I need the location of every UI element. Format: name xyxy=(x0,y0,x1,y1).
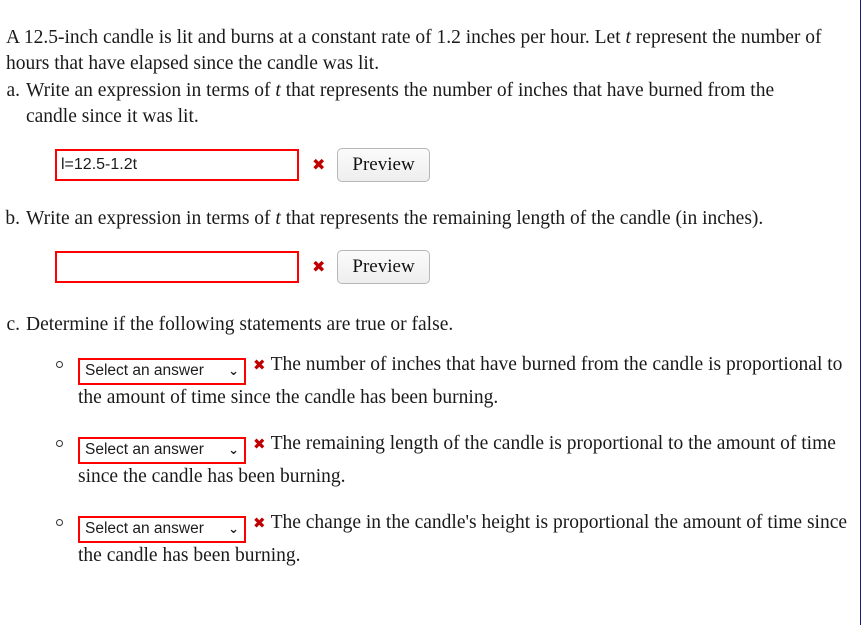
part-b-preview-button[interactable]: Preview xyxy=(337,250,430,284)
list-item: Select an answer ⌄ ✖ The number of inches… xyxy=(26,352,860,411)
problem-statement-part1: A 12.5-inch candle is lit and burns at a… xyxy=(6,26,626,48)
part-b-prompt-part1: Write an expression in terms of xyxy=(26,208,276,229)
part-a-prompt-part1: Write an expression in terms of xyxy=(26,80,276,101)
problem-statement: A 12.5-inch candle is lit and burns at a… xyxy=(6,25,846,77)
part-a-answer-row: ✖ Preview xyxy=(55,148,860,182)
question-page: A 12.5-inch candle is lit and burns at a… xyxy=(0,0,867,625)
part-a-prompt: Write an expression in terms of t that r… xyxy=(26,78,822,130)
circle-bullet-icon xyxy=(56,440,63,447)
list-item: Select an answer ⌄ ✖ The remaining length… xyxy=(26,431,860,490)
part-b-prompt: Write an expression in terms of t that r… xyxy=(26,206,816,232)
statement-1-select-value: Select an answer xyxy=(85,362,204,379)
statement-3-answer-select[interactable]: Select an answer ⌄ xyxy=(78,516,246,543)
part-a: a. Write an expression in terms of t tha… xyxy=(0,78,860,182)
page-edge-rule xyxy=(860,0,861,625)
statement-3-select-value: Select an answer xyxy=(85,520,204,537)
part-a-body: Write an expression in terms of t that r… xyxy=(26,78,860,182)
statement-1-answer-select[interactable]: Select an answer ⌄ xyxy=(78,358,246,385)
part-b-answer-input[interactable] xyxy=(55,251,299,283)
part-c: c. Determine if the following statements… xyxy=(0,312,860,569)
part-c-label: c. xyxy=(6,314,20,335)
part-a-preview-button[interactable]: Preview xyxy=(337,148,430,182)
error-x-icon: ✖ xyxy=(253,435,266,453)
error-x-icon: ✖ xyxy=(312,257,326,276)
chevron-down-icon: ⌄ xyxy=(228,442,239,458)
circle-bullet-icon xyxy=(56,361,63,368)
statement-2-select-value: Select an answer xyxy=(85,441,204,458)
part-b: b. Write an expression in terms of t tha… xyxy=(0,206,860,284)
error-x-icon: ✖ xyxy=(312,155,326,174)
part-c-body: Determine if the following statements ar… xyxy=(26,312,860,569)
part-b-label: b. xyxy=(5,208,20,229)
statement-list: Select an answer ⌄ ✖ The number of inches… xyxy=(26,352,860,569)
circle-bullet-icon xyxy=(56,519,63,526)
error-x-icon: ✖ xyxy=(253,514,266,532)
parts-list: a. Write an expression in terms of t tha… xyxy=(0,78,860,569)
statement-2-answer-select[interactable]: Select an answer ⌄ xyxy=(78,437,246,464)
part-c-prompt: Determine if the following statements ar… xyxy=(26,314,454,335)
part-b-prompt-part2: that represents the remaining length of … xyxy=(280,208,764,229)
error-x-icon: ✖ xyxy=(253,356,266,374)
chevron-down-icon: ⌄ xyxy=(228,363,239,379)
list-item: Select an answer ⌄ ✖ The change in the ca… xyxy=(26,510,860,569)
part-b-body: Write an expression in terms of t that r… xyxy=(26,206,860,284)
part-a-label: a. xyxy=(6,80,20,101)
chevron-down-icon: ⌄ xyxy=(228,521,239,537)
part-a-answer-input[interactable] xyxy=(55,149,299,181)
part-b-answer-row: ✖ Preview xyxy=(55,250,860,284)
